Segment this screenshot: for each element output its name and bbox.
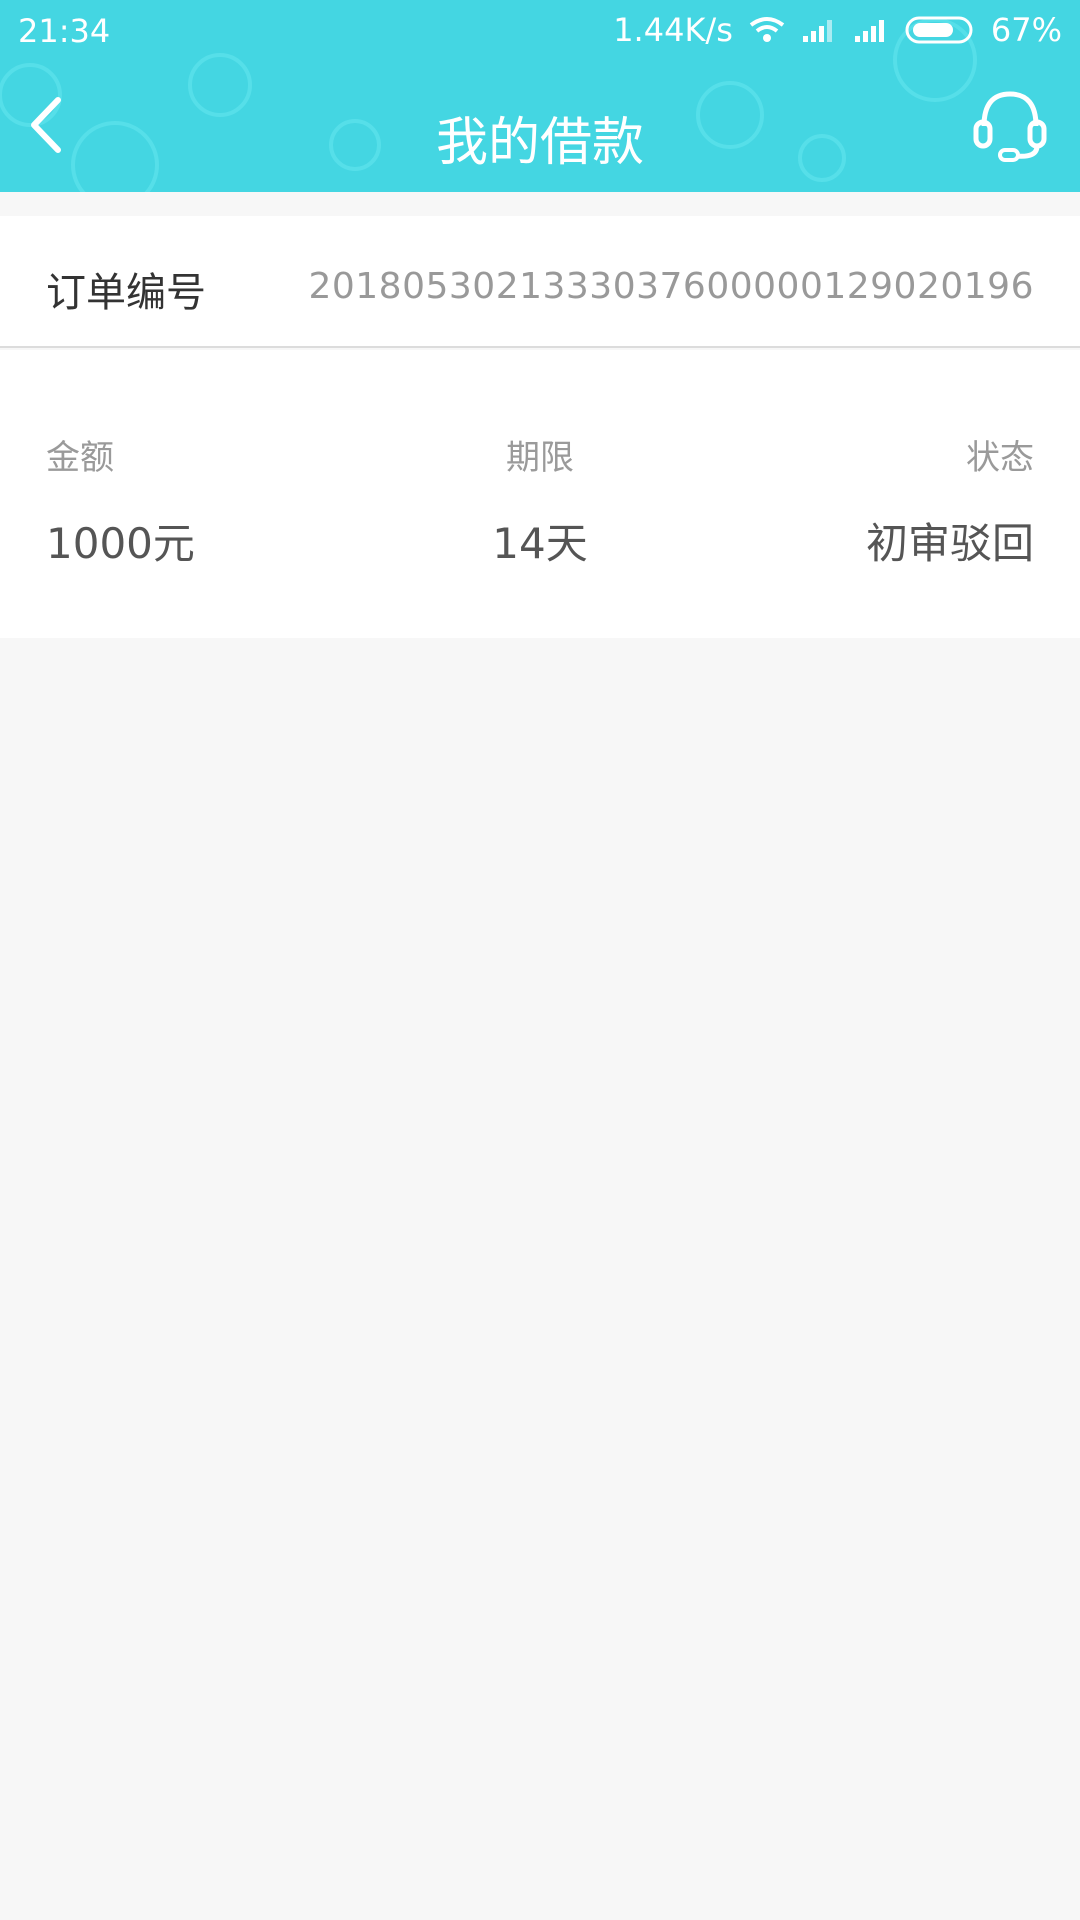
signal-icon: [802, 20, 832, 42]
amount-value: 1000元: [46, 519, 195, 568]
page-title: 我的借款: [435, 113, 644, 173]
signal-icon-2: [854, 20, 884, 42]
nav-bar: 我的借款: [0, 62, 1080, 192]
status-label: 状态: [966, 438, 1034, 478]
customer-service-button[interactable]: [970, 84, 1050, 164]
order-number-value: 2018053021333037600000129020196: [308, 266, 1034, 307]
status-time: 21:34: [18, 12, 111, 50]
app-header: 21:34 1.44K/s 67% 我的借款: [0, 0, 1080, 192]
network-speed: 1.44K/s: [613, 11, 733, 49]
status-value: 初审驳回: [865, 519, 1034, 568]
status-icons: 1.44K/s 67%: [613, 11, 1062, 49]
battery-icon: [905, 16, 973, 44]
status-bar: 21:34 1.44K/s 67%: [0, 0, 1080, 62]
loan-details-card: 金额 1000元 期限 14天 状态 初审驳回: [0, 350, 1080, 638]
battery-percent: 67%: [990, 11, 1062, 49]
term-value: 14天: [492, 519, 588, 568]
amount-label: 金额: [46, 438, 114, 478]
headset-icon: [973, 91, 1047, 162]
term-label: 期限: [506, 438, 574, 478]
wifi-icon: [749, 17, 785, 42]
order-number-row: 订单编号 2018053021333037600000129020196: [0, 216, 1080, 348]
order-number-label: 订单编号: [46, 270, 206, 316]
